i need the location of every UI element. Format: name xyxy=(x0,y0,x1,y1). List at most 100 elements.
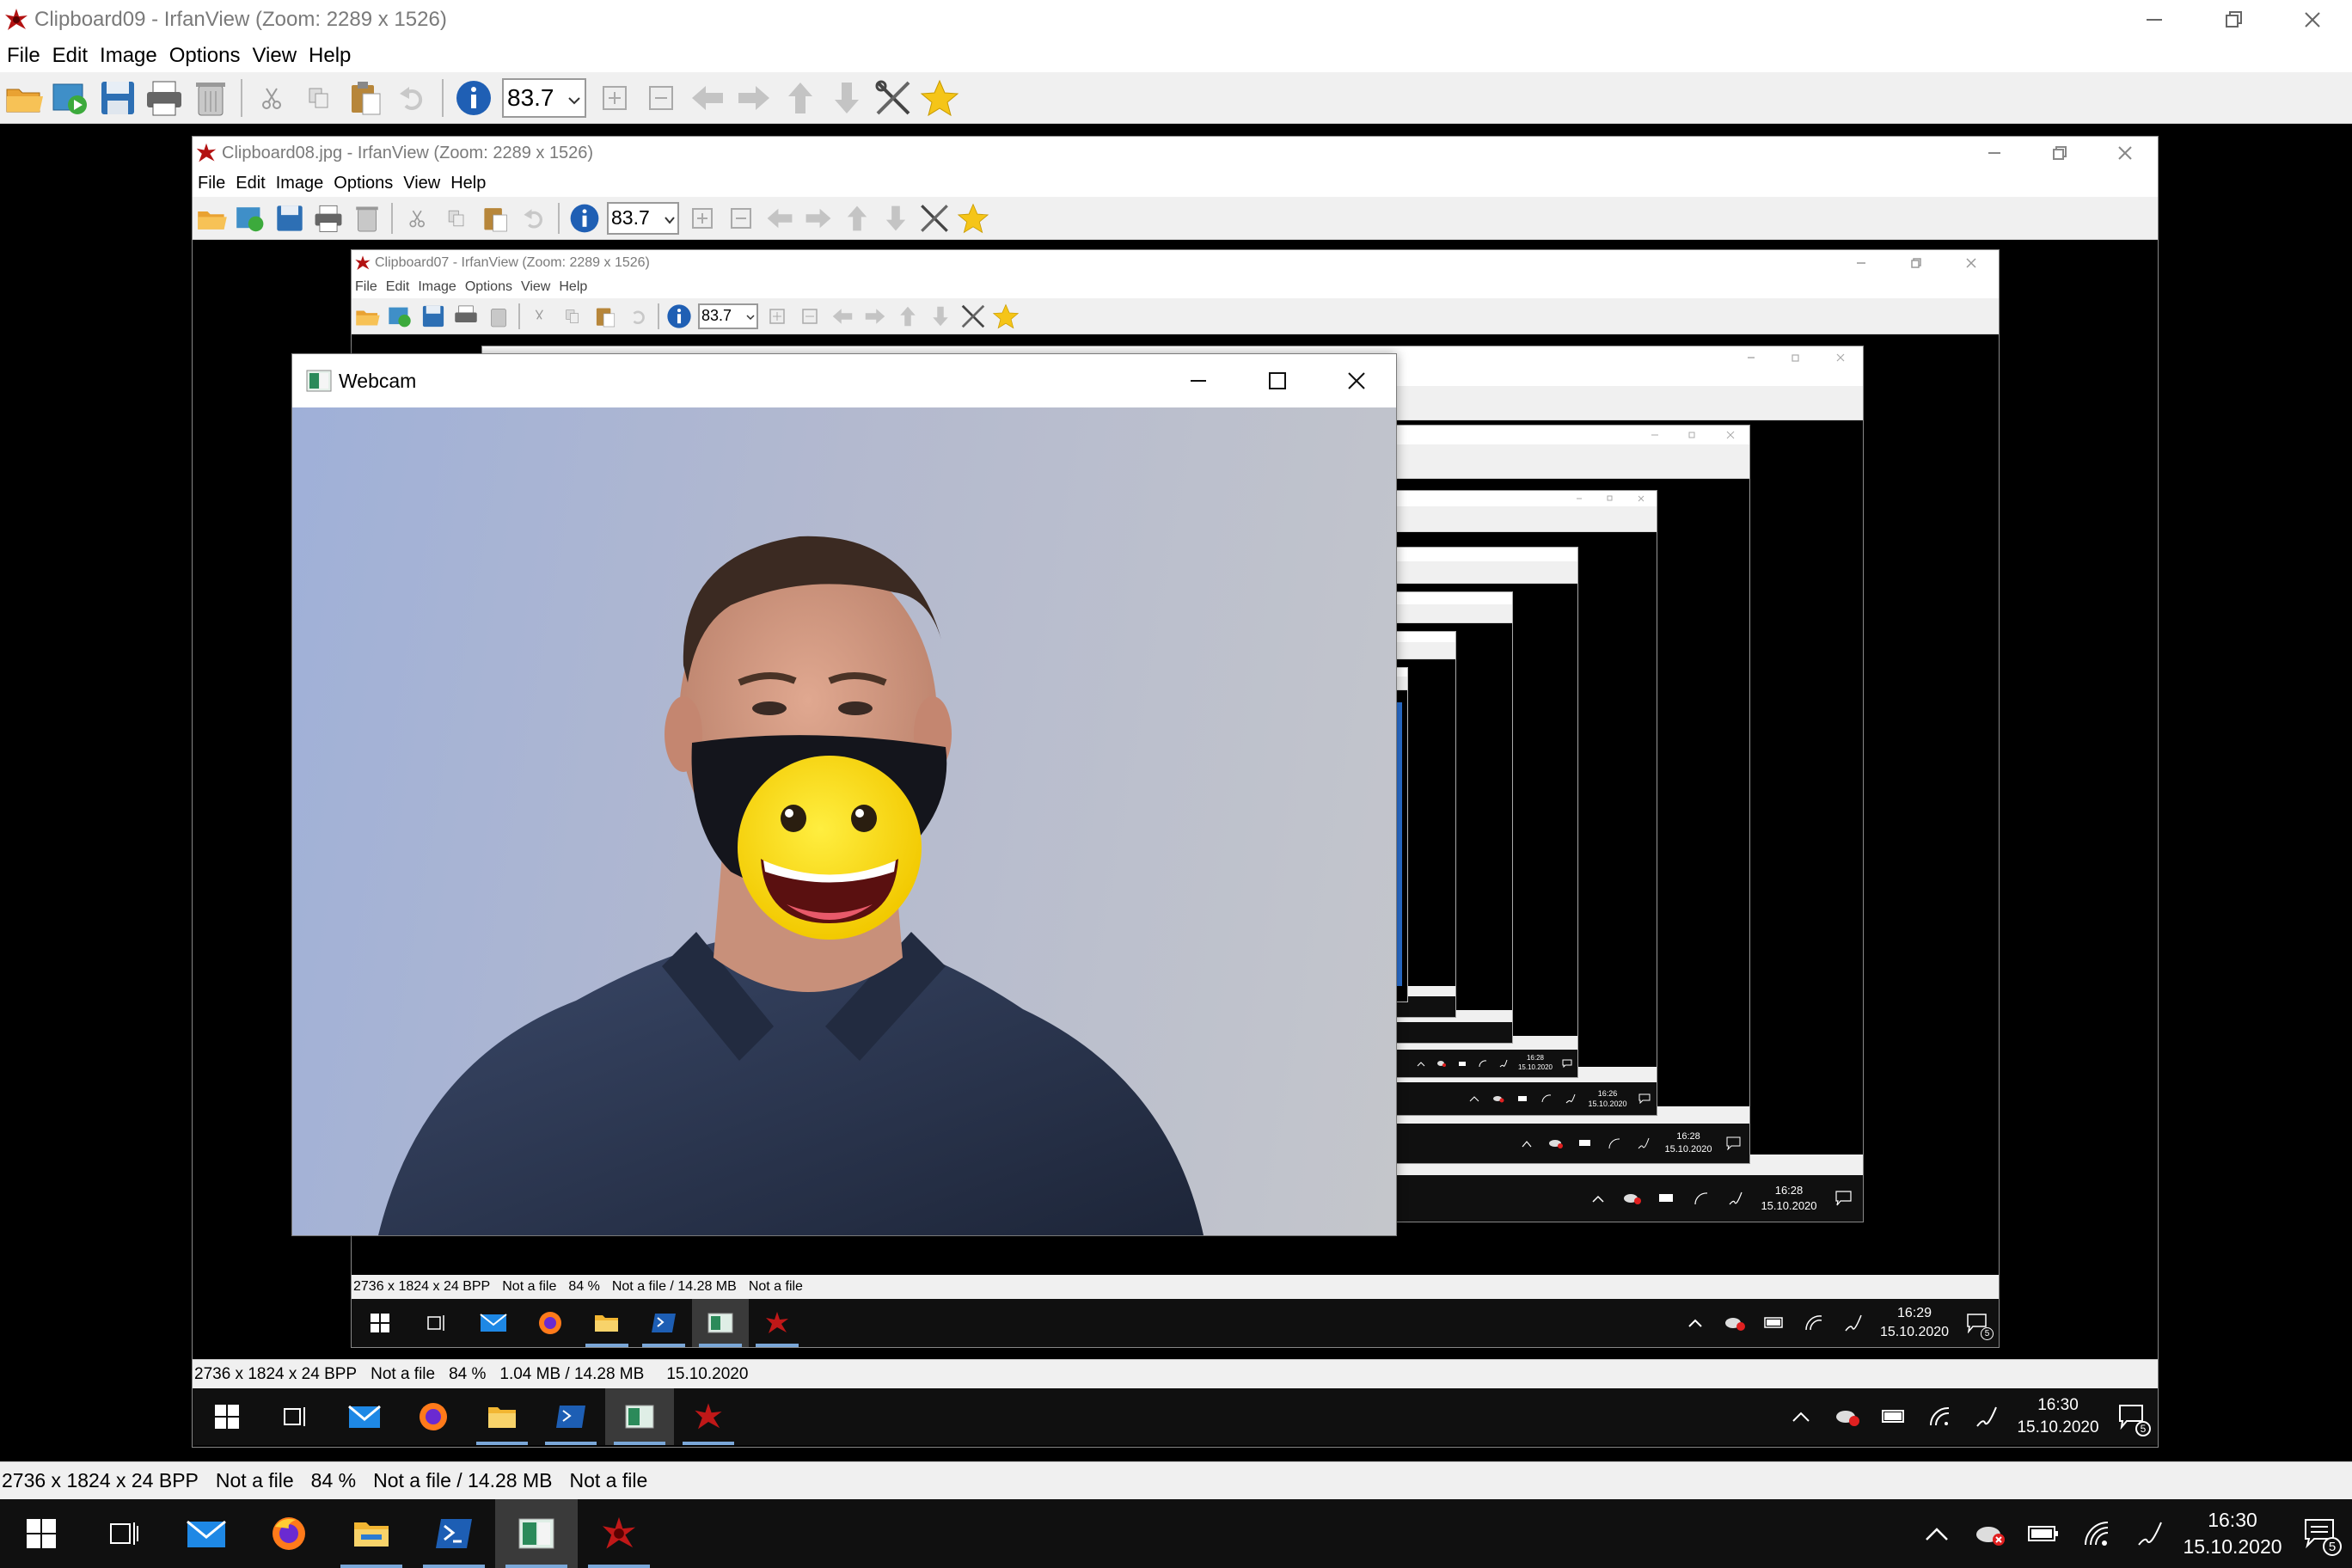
last-arrow-icon[interactable] xyxy=(876,199,915,237)
menu-options[interactable]: Options xyxy=(465,279,512,295)
webcam-app-icon[interactable] xyxy=(692,1299,749,1347)
first-arrow-icon[interactable] xyxy=(837,199,876,237)
battery-icon[interactable] xyxy=(1871,1409,1917,1424)
last-arrow-icon[interactable] xyxy=(824,75,870,121)
wifi-icon[interactable] xyxy=(1917,1406,1963,1427)
undo-icon[interactable] xyxy=(622,300,654,333)
chevron-down-icon[interactable] xyxy=(567,84,581,112)
menu-edit[interactable]: Edit xyxy=(236,174,265,193)
menu-help[interactable]: Help xyxy=(450,174,486,193)
previous-arrow-icon[interactable] xyxy=(826,300,859,333)
menu-view[interactable]: View xyxy=(521,279,550,295)
menu-image[interactable]: Image xyxy=(100,44,157,68)
zoom-out-icon[interactable] xyxy=(793,300,826,333)
close-button[interactable] xyxy=(1818,346,1863,369)
menu-edit[interactable]: Edit xyxy=(52,44,88,68)
chevron-down-icon[interactable] xyxy=(746,307,755,325)
chevron-up-icon[interactable] xyxy=(1910,1526,1963,1541)
undo-icon[interactable] xyxy=(514,199,553,237)
mail-icon[interactable] xyxy=(330,1388,399,1445)
wifi-icon[interactable] xyxy=(1684,1191,1718,1205)
notification-center-icon[interactable] xyxy=(1825,1190,1863,1207)
chevron-up-icon[interactable] xyxy=(1581,1194,1615,1203)
slideshow-icon[interactable] xyxy=(48,75,95,121)
restore-button[interactable] xyxy=(1889,250,1944,276)
clock[interactable]: 16:28 15.10.2020 xyxy=(1658,1130,1718,1156)
onedrive-error-icon[interactable] xyxy=(1431,1060,1452,1068)
onedrive-error-icon[interactable] xyxy=(1541,1137,1571,1149)
wifi-icon[interactable] xyxy=(1473,1059,1493,1068)
wifi-icon[interactable] xyxy=(1794,1314,1834,1332)
notification-center-icon[interactable] xyxy=(1718,1136,1749,1150)
slideshow-icon[interactable] xyxy=(384,300,417,333)
print-icon[interactable] xyxy=(309,199,347,237)
pen-ink-icon[interactable] xyxy=(1559,1093,1583,1104)
clock[interactable]: 16:30 15.10.2020 xyxy=(2010,1394,2106,1438)
pen-ink-icon[interactable] xyxy=(1629,1136,1658,1150)
start-windows-icon[interactable] xyxy=(0,1499,83,1568)
last-arrow-icon[interactable] xyxy=(924,300,957,333)
zoom-combobox[interactable]: 83.7 xyxy=(502,77,586,118)
onedrive-error-icon[interactable] xyxy=(1963,1521,2017,1547)
menu-file[interactable]: File xyxy=(7,44,40,68)
powershell-icon[interactable] xyxy=(413,1499,495,1568)
irfanview-taskbar-icon[interactable] xyxy=(749,1299,805,1347)
mail-icon[interactable] xyxy=(465,1299,522,1347)
close-button[interactable] xyxy=(2273,0,2352,40)
powershell-icon[interactable] xyxy=(635,1299,692,1347)
pen-ink-icon[interactable] xyxy=(1493,1059,1514,1068)
menu-help[interactable]: Help xyxy=(309,44,351,68)
firefox-icon[interactable] xyxy=(522,1299,579,1347)
zoom-combobox[interactable]: 83.7 xyxy=(698,303,758,329)
settings-tools-icon[interactable] xyxy=(957,300,989,333)
next-arrow-icon[interactable] xyxy=(731,75,777,121)
next-arrow-icon[interactable] xyxy=(799,199,837,237)
onedrive-error-icon[interactable] xyxy=(1486,1094,1510,1103)
undo-icon[interactable] xyxy=(389,75,435,121)
battery-icon[interactable] xyxy=(1571,1139,1600,1148)
menu-edit[interactable]: Edit xyxy=(386,279,410,295)
zoom-in-icon[interactable] xyxy=(591,75,638,121)
maximize-button[interactable] xyxy=(1238,354,1317,407)
zoom-out-icon[interactable] xyxy=(638,75,684,121)
next-arrow-icon[interactable] xyxy=(859,300,891,333)
irfanview-taskbar-icon[interactable] xyxy=(674,1388,743,1445)
clock[interactable]: 16:30 15.10.2020 xyxy=(2177,1507,2288,1560)
task-view-icon[interactable] xyxy=(83,1499,165,1568)
clock[interactable]: 16:28 15.10.2020 xyxy=(1753,1183,1825,1213)
zoom-in-icon[interactable] xyxy=(683,199,721,237)
menu-options[interactable]: Options xyxy=(334,174,393,193)
menu-view[interactable]: View xyxy=(403,174,440,193)
restore-button[interactable] xyxy=(2194,0,2273,40)
file-explorer-icon[interactable] xyxy=(579,1299,635,1347)
level1-titlebar[interactable]: Clipboard08.jpg - IrfanView (Zoom: 2289 … xyxy=(193,137,2158,169)
battery-icon[interactable] xyxy=(1755,1317,1794,1329)
notification-center-icon[interactable]: 5 xyxy=(2288,1508,2352,1559)
favorite-star-icon[interactable] xyxy=(989,300,1022,333)
restore-button[interactable] xyxy=(2027,137,2092,169)
restore-button[interactable] xyxy=(1595,491,1626,506)
clock[interactable]: 16:26 15.10.2020 xyxy=(1583,1088,1632,1109)
pen-ink-icon[interactable] xyxy=(1834,1314,1873,1332)
menu-image[interactable]: Image xyxy=(276,174,324,193)
copy-icon[interactable] xyxy=(437,199,475,237)
paste-icon[interactable] xyxy=(342,75,389,121)
notification-center-icon[interactable]: 5 xyxy=(1956,1304,1999,1342)
menu-help[interactable]: Help xyxy=(559,279,587,295)
paste-icon[interactable] xyxy=(589,300,622,333)
menu-file[interactable]: File xyxy=(355,279,377,295)
info-icon[interactable] xyxy=(450,75,497,121)
open-folder-icon[interactable] xyxy=(193,199,231,237)
favorite-star-icon[interactable] xyxy=(916,75,963,121)
menu-image[interactable]: Image xyxy=(418,279,456,295)
open-folder-icon[interactable] xyxy=(2,75,48,121)
irfanview-taskbar-icon[interactable] xyxy=(578,1499,660,1568)
minimize-button[interactable] xyxy=(2115,0,2194,40)
minimize-button[interactable] xyxy=(1159,354,1238,407)
first-arrow-icon[interactable] xyxy=(891,300,924,333)
wifi-icon[interactable] xyxy=(1534,1094,1559,1103)
close-button[interactable] xyxy=(1317,354,1396,407)
print-icon[interactable] xyxy=(450,300,482,333)
cut-icon[interactable] xyxy=(249,75,296,121)
clock[interactable]: 16:28 15.10.2020 xyxy=(1514,1054,1557,1073)
